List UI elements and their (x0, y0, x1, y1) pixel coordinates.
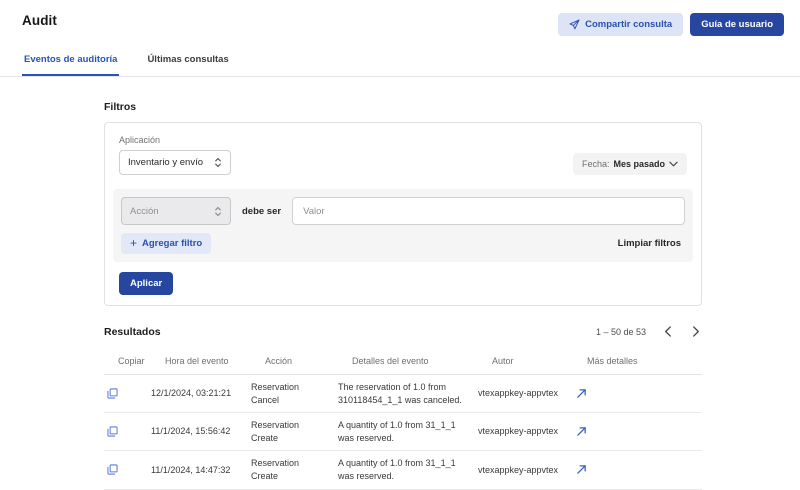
column-header-time: Hora del evento (165, 356, 265, 366)
select-caret-icon (214, 206, 222, 217)
share-query-label: Compartir consulta (585, 19, 672, 30)
application-select-value: Inventario y envío (128, 157, 203, 168)
external-arrow-icon (576, 464, 587, 475)
copy-icon (107, 388, 118, 399)
external-arrow-icon (576, 388, 587, 399)
more-details-button[interactable] (576, 464, 587, 475)
filters-heading: Filtros (104, 101, 702, 113)
event-time: 11/1/2024, 15:56:42 (151, 425, 251, 438)
column-header-action: Acción (265, 356, 352, 366)
column-header-author: Autor (492, 356, 587, 366)
external-arrow-icon (576, 426, 587, 437)
column-header-more-details: Más detalles (587, 356, 701, 366)
date-filter-label: Fecha: (582, 159, 610, 169)
event-author: vtexappkey-appvtex (478, 387, 573, 400)
date-filter-value: Mes pasado (613, 159, 665, 169)
event-details: The reservation of 1.0 from 310118454_1_… (338, 381, 478, 406)
filter-condition-box: Acción debe ser + Agregar filtro Limpiar… (113, 189, 693, 262)
application-select[interactable]: Inventario y envío (119, 150, 231, 175)
column-header-copy: Copiar (118, 356, 165, 366)
operator-label: debe ser (242, 206, 281, 217)
application-field: Aplicación Inventario y envío (119, 135, 231, 175)
add-filter-label: Agregar filtro (142, 238, 202, 249)
event-author: vtexappkey-appvtex (478, 464, 573, 477)
apply-label: Aplicar (130, 278, 162, 289)
pagination-next-button[interactable] (690, 324, 702, 339)
table-row: 11/1/2024, 15:56:42 Reservation Create A… (104, 413, 702, 451)
value-input[interactable] (292, 197, 685, 225)
plus-icon: + (130, 239, 137, 248)
table-header-row: Copiar Hora del evento Acción Detalles d… (104, 352, 702, 375)
action-select[interactable]: Acción (121, 197, 231, 225)
results-table: Copiar Hora del evento Acción Detalles d… (104, 352, 702, 490)
column-header-details: Detalles del evento (352, 356, 492, 366)
add-filter-button[interactable]: + Agregar filtro (121, 233, 211, 254)
user-guide-button[interactable]: Guía de usuario (690, 13, 784, 36)
event-time: 12/1/2024, 03:21:21 (151, 387, 251, 400)
tab-bar: Eventos de auditoría Últimas consultas (0, 48, 800, 77)
pagination: 1 – 50 de 53 (596, 324, 702, 339)
results-heading: Resultados (104, 326, 161, 338)
copy-icon (107, 464, 118, 475)
copy-button[interactable] (107, 388, 118, 399)
page-title: Audit (22, 13, 57, 28)
event-action: Reservation Cancel (251, 381, 338, 406)
copy-icon (107, 426, 118, 437)
tab-last-queries[interactable]: Últimas consultas (145, 48, 230, 76)
clear-filters-link[interactable]: Limpiar filtros (618, 238, 685, 249)
event-action: Reservation Create (251, 457, 338, 482)
more-details-button[interactable] (576, 426, 587, 437)
event-details: A quantity of 1.0 from 31_1_1 was reserv… (338, 419, 478, 444)
chevron-down-icon (669, 161, 678, 167)
send-icon (569, 19, 580, 30)
user-guide-label: Guía de usuario (701, 19, 773, 30)
application-label: Aplicación (119, 135, 231, 145)
share-query-button[interactable]: Compartir consulta (558, 13, 683, 36)
table-row: 12/1/2024, 03:21:21 Reservation Cancel T… (104, 375, 702, 413)
top-bar: Audit Compartir consulta Guía de usuario (0, 0, 800, 36)
event-details: A quantity of 1.0 from 31_1_1 was reserv… (338, 457, 478, 482)
copy-button[interactable] (107, 426, 118, 437)
apply-button[interactable]: Aplicar (119, 272, 173, 295)
event-author: vtexappkey-appvtex (478, 425, 573, 438)
action-select-placeholder: Acción (130, 206, 159, 217)
pagination-range: 1 – 50 de 53 (596, 327, 646, 337)
select-caret-icon (214, 157, 222, 168)
more-details-button[interactable] (576, 388, 587, 399)
topbar-actions: Compartir consulta Guía de usuario (558, 13, 784, 36)
tab-audit-events[interactable]: Eventos de auditoría (22, 48, 119, 76)
event-time: 11/1/2024, 14:47:32 (151, 464, 251, 477)
date-filter-dropdown[interactable]: Fecha: Mes pasado (573, 153, 687, 175)
pagination-prev-button[interactable] (662, 324, 674, 339)
copy-button[interactable] (107, 464, 118, 475)
table-row: 11/1/2024, 14:47:32 Reservation Create A… (104, 451, 702, 489)
event-action: Reservation Create (251, 419, 338, 444)
filters-panel: Aplicación Inventario y envío Fecha: Mes… (104, 122, 702, 306)
